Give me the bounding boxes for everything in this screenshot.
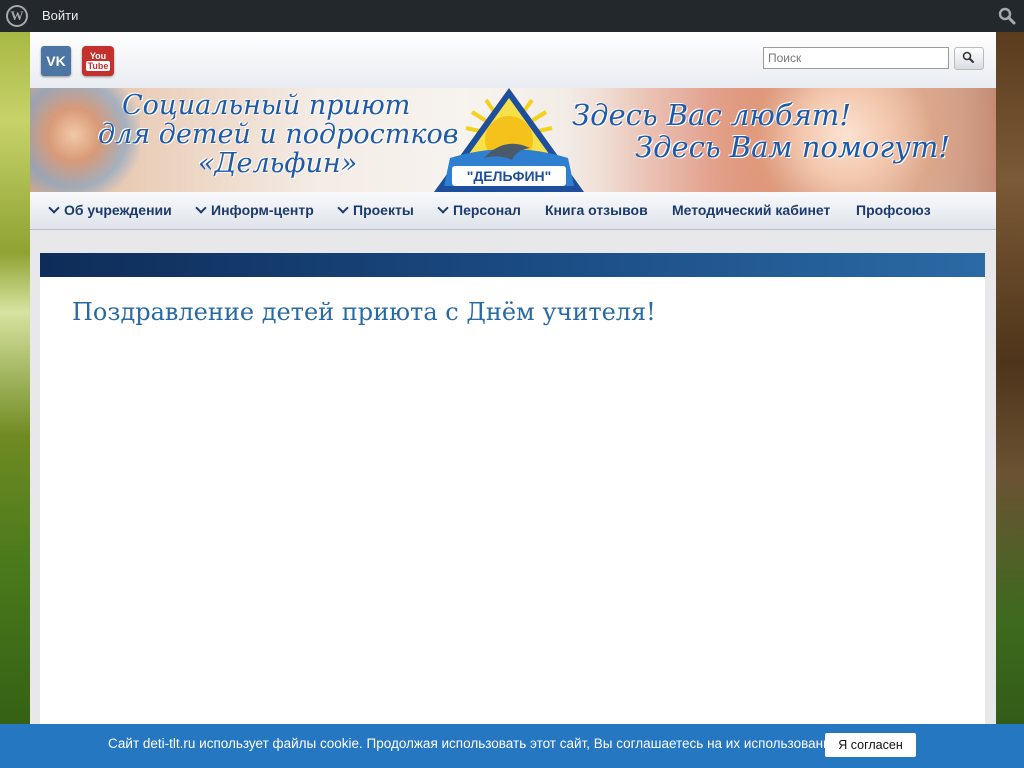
page-container: VK You Tube Социальный приют для детей и… [30,32,996,768]
login-link[interactable]: Войти [42,8,78,23]
nav-item-about[interactable]: Об учреждении [48,202,172,218]
content-title-bar [40,253,985,277]
nav-item-label: Об учреждении [64,202,172,218]
banner-slogan-line2: Здесь Вам помогут! [635,130,950,164]
nav-item-label: Информ-центр [211,202,314,218]
logo-text: "ДЕЛЬФИН" [467,168,552,184]
vk-icon[interactable]: VK [41,46,71,76]
youtube-icon[interactable]: You Tube [82,46,114,76]
wordpress-icon[interactable]: W [6,5,28,27]
background-right-decoration [994,32,1024,768]
nav-item-info-center[interactable]: Информ-центр [195,202,314,218]
search-input[interactable] [763,47,949,69]
post-content: Поздравление детей приюта с Днём учителя… [40,277,985,768]
nav-item-guestbook[interactable]: Книга отзывов [545,202,648,218]
search-icon[interactable] [998,7,1016,25]
vk-label: VK [46,53,66,69]
banner-title-line2: для детей и подростков [98,119,459,150]
youtube-label-top: You [89,51,107,61]
cookie-banner: Сайт deti-tlt.ru использует файлы cookie… [0,724,1024,768]
search-icon [962,51,974,63]
dolphin-logo[interactable]: "ДЕЛЬФИН" [434,88,584,192]
chevron-down-icon [437,202,449,214]
accept-cookies-button[interactable]: Я согласен [825,733,916,757]
cookie-notice-text: Сайт deti-tlt.ru использует файлы cookie… [108,736,842,751]
post-title: Поздравление детей приюта с Днём учителя… [72,298,656,326]
search-button[interactable] [954,47,984,70]
banner-title-line1: Социальный приют [122,90,411,121]
admin-bar: W Войти [0,0,1024,32]
chevron-down-icon [195,202,207,214]
nav-item-label: Методический кабинет [672,202,831,218]
chevron-down-icon [48,202,60,214]
chevron-down-icon [337,202,349,214]
header-banner[interactable]: Социальный приют для детей и подростков … [30,88,996,192]
main-navigation: Об учреждении Информ-центр Проекты Персо… [30,192,996,230]
background-left-decoration [0,32,30,768]
nav-item-projects[interactable]: Проекты [337,202,414,218]
youtube-label-bottom: Tube [85,61,111,71]
nav-item-label: Профсоюз [856,202,931,218]
banner-title-line3: «Дельфин» [198,148,358,179]
header-top: VK You Tube [30,32,996,88]
nav-item-methodical-office[interactable]: Методический кабинет [672,202,830,218]
nav-item-trade-union[interactable]: Профсоюз [856,202,931,218]
nav-item-label: Персонал [453,202,521,218]
nav-item-label: Проекты [353,202,414,218]
banner-slogan-line1: Здесь Вас любят! [572,98,851,132]
nav-item-staff[interactable]: Персонал [437,202,521,218]
nav-item-label: Книга отзывов [545,202,648,218]
